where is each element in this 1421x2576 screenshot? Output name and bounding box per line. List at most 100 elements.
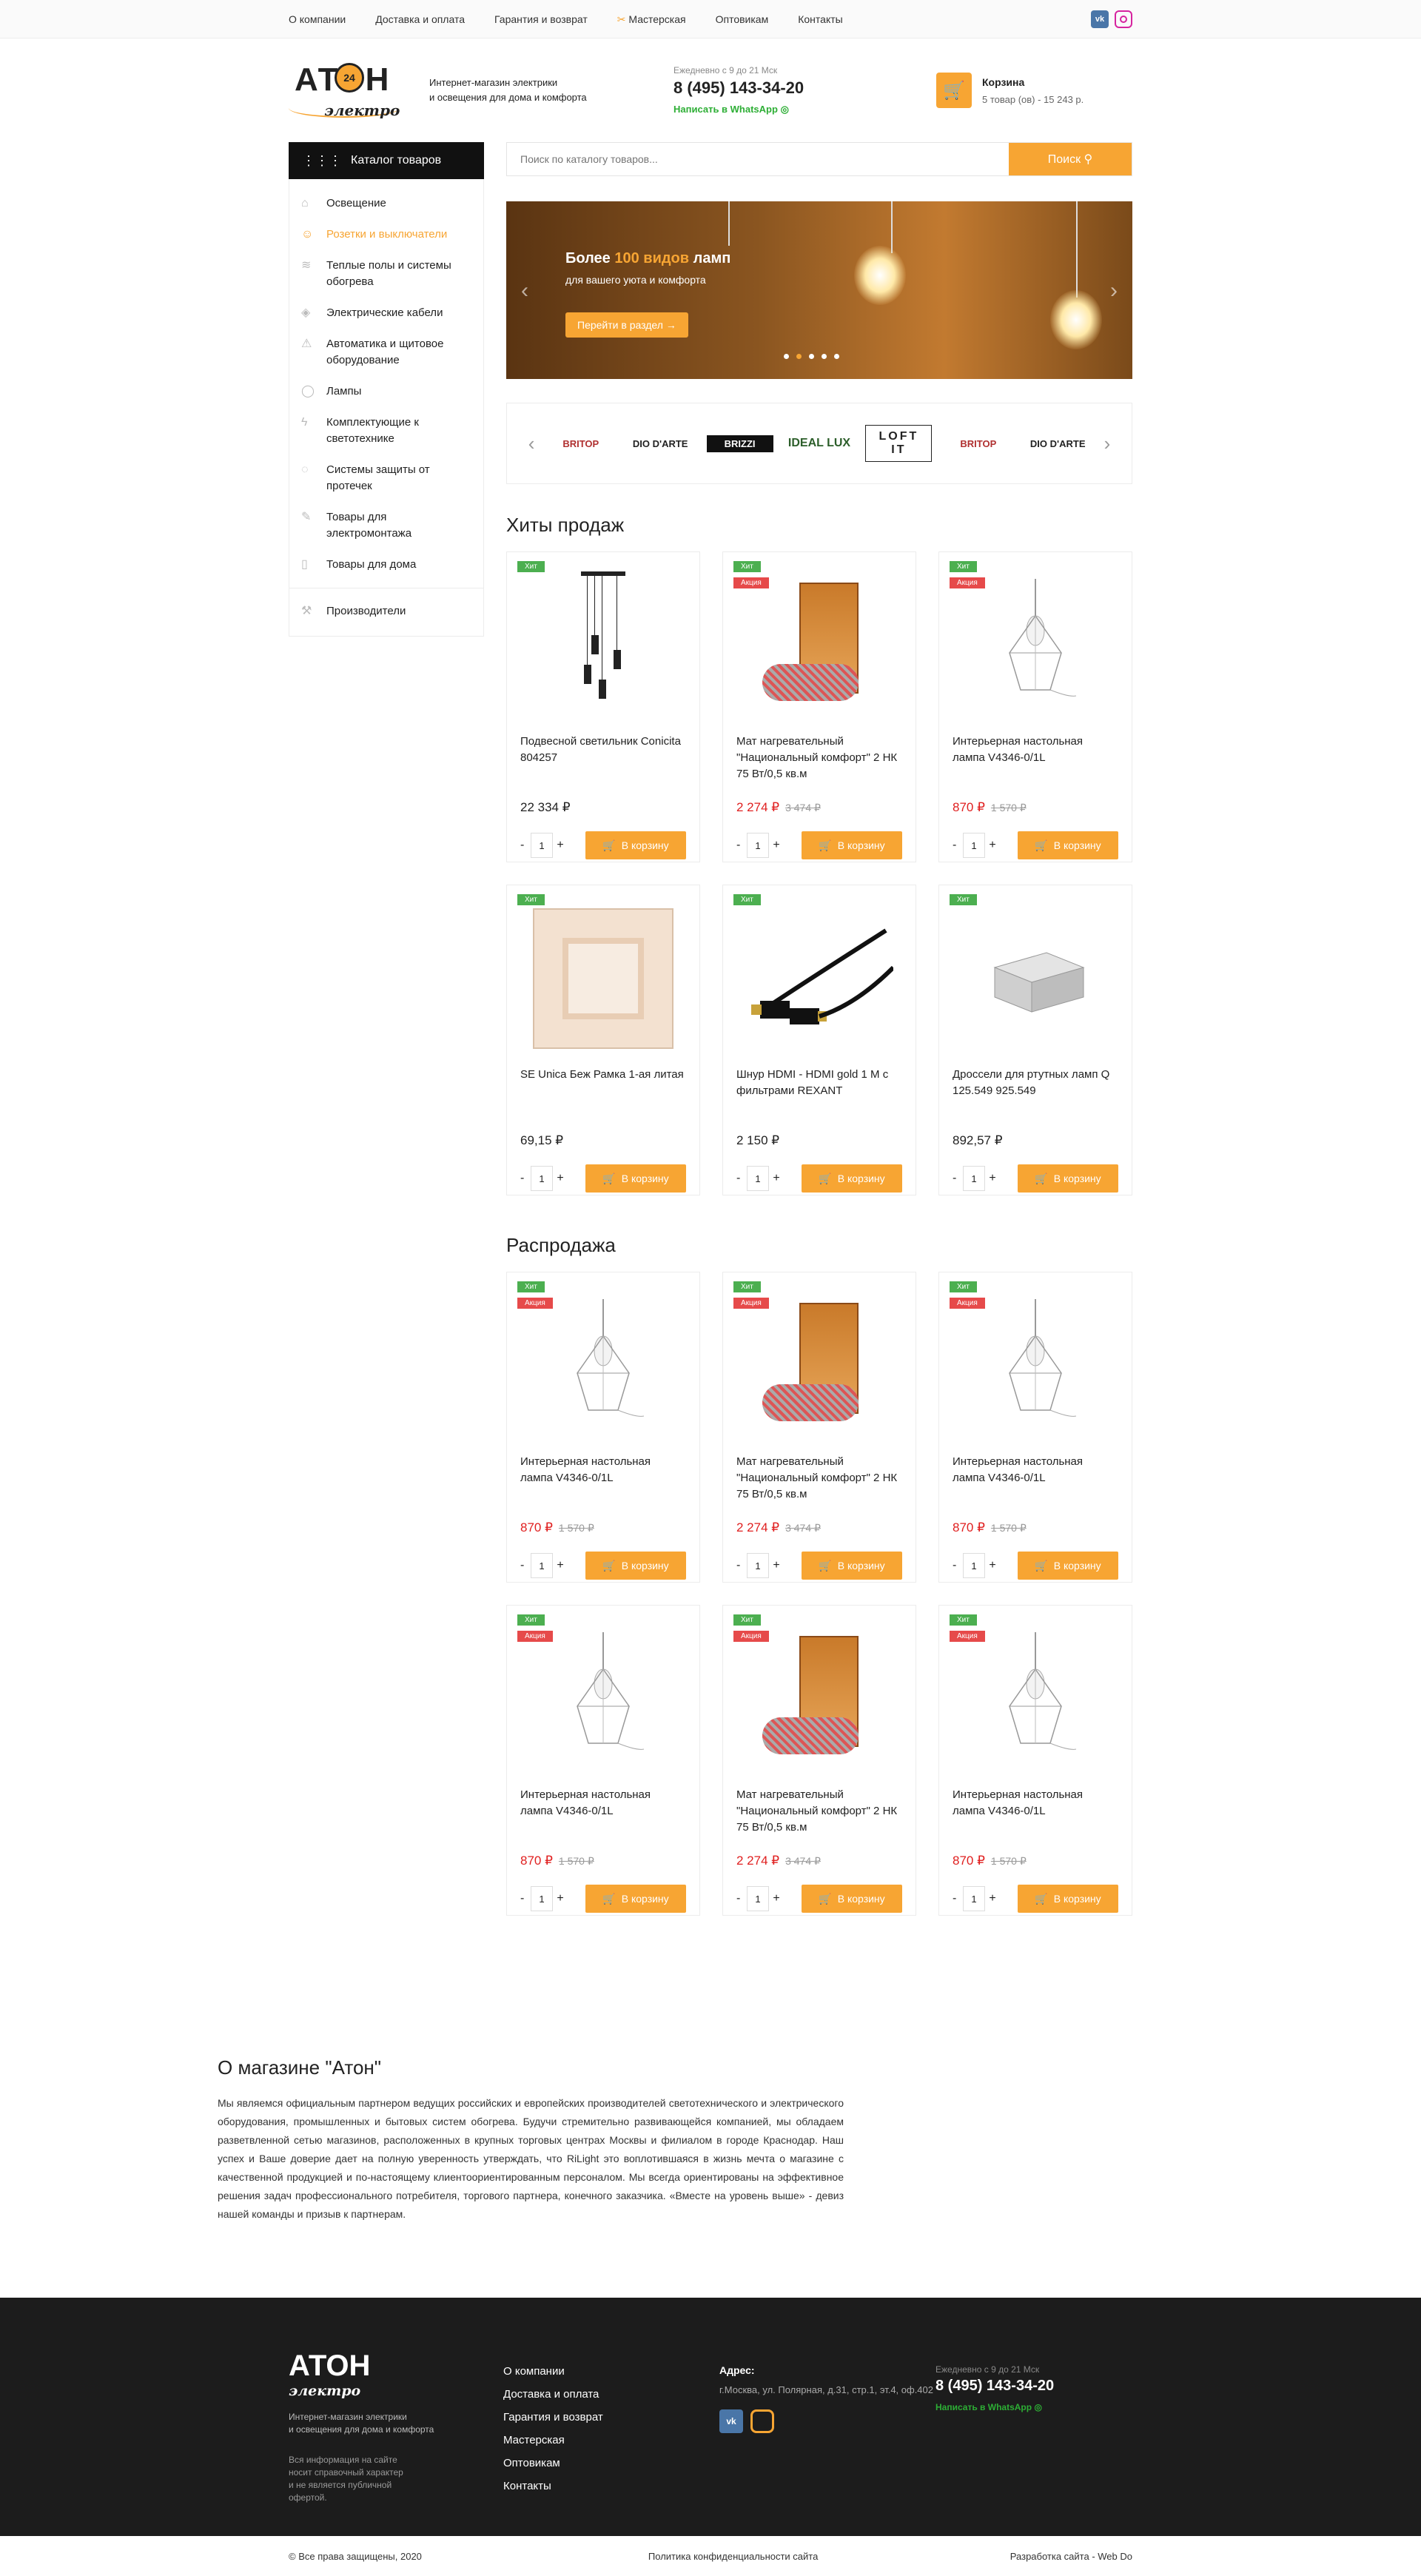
product-card[interactable]: Хит Акция Интерьерная настольная лампа V43… xyxy=(506,1605,700,1916)
product-card[interactable]: Хит Акция Интерьерная настольная лампа V43… xyxy=(506,1272,700,1583)
add-to-cart-button[interactable]: 🛒 В корзину xyxy=(1018,1885,1118,1913)
qty-input[interactable]: 1 xyxy=(531,1886,553,1911)
product-card[interactable]: Хит Акция Интерьерная настольная лампа V43… xyxy=(938,1272,1132,1583)
topnav-warranty[interactable]: Гарантия и возврат xyxy=(494,13,588,25)
privacy-link[interactable]: Политика конфиденциальности сайта xyxy=(648,2551,818,2562)
slider-dot[interactable] xyxy=(809,354,814,359)
catalog-item-sockets[interactable]: ☺ Розетки и выключатели xyxy=(289,219,483,250)
catalog-item-automation[interactable]: ⚠ Автоматика и щитовое оборудование xyxy=(289,329,483,376)
whatsapp-link[interactable]: Написать в WhatsApp ◎ xyxy=(673,104,804,115)
qty-minus-button[interactable]: - xyxy=(736,1892,747,1905)
product-name[interactable]: Дроссели для ртутных ламп Q 125.549 925.… xyxy=(953,1067,1118,1116)
product-image-wrap[interactable] xyxy=(736,1286,902,1445)
footer-link-delivery[interactable]: Доставка и оплата xyxy=(503,2383,719,2406)
footer-logo-text[interactable]: АТОН xyxy=(289,2349,503,2383)
phone-number[interactable]: 8 (495) 143-34-20 xyxy=(673,78,804,98)
product-name[interactable]: Интерьерная настольная лампа V4346-0/1L xyxy=(520,1787,686,1836)
product-image-wrap[interactable] xyxy=(736,1619,902,1778)
product-card[interactable]: Хит Дроссели для ртутных ламп Q 125.549 9… xyxy=(938,885,1132,1195)
product-image-wrap[interactable] xyxy=(953,566,1118,725)
qty-plus-button[interactable]: + xyxy=(985,1559,1000,1572)
qty-input[interactable]: 1 xyxy=(963,833,985,858)
qty-plus-button[interactable]: + xyxy=(769,1892,784,1905)
catalog-item-manufacturers[interactable]: ⚒ Производители xyxy=(289,596,483,627)
qty-input[interactable]: 1 xyxy=(747,1886,769,1911)
slider-cta-button[interactable]: Перейти в раздел → xyxy=(565,312,688,338)
footer-link-contacts[interactable]: Контакты xyxy=(503,2475,719,2498)
product-card[interactable]: Хит Шнур HDMI - HDMI gold 1 М с фильтрами… xyxy=(722,885,916,1195)
topnav-contacts[interactable]: Контакты xyxy=(798,13,842,25)
product-name[interactable]: Интерьерная настольная лампа V4346-0/1L xyxy=(520,1454,686,1503)
qty-plus-button[interactable]: + xyxy=(769,839,784,852)
qty-minus-button[interactable]: - xyxy=(953,839,963,852)
product-card[interactable]: Хит Акция Интерьерная настольная лампа V43… xyxy=(938,1605,1132,1916)
qty-minus-button[interactable]: - xyxy=(736,839,747,852)
qty-input[interactable]: 1 xyxy=(531,1553,553,1578)
search-button[interactable]: Поиск ⚲ xyxy=(1009,143,1132,175)
product-card[interactable]: Хит Акция Интерьерная настольная лампа V43… xyxy=(938,551,1132,862)
slider-prev-icon[interactable]: ‹ xyxy=(521,278,528,303)
brands-next-icon[interactable]: › xyxy=(1104,432,1111,455)
topnav-wholesale[interactable]: Оптовикам xyxy=(716,13,769,25)
qty-plus-button[interactable]: + xyxy=(553,839,568,852)
add-to-cart-button[interactable]: 🛒 В корзину xyxy=(802,1552,902,1580)
product-name[interactable]: Интерьерная настольная лампа V4346-0/1L xyxy=(953,1454,1118,1503)
add-to-cart-button[interactable]: 🛒 В корзину xyxy=(802,831,902,859)
topnav-workshop[interactable]: ✂ Мастерская xyxy=(617,13,686,26)
brand-logo[interactable]: BRITOP xyxy=(945,438,1012,449)
qty-plus-button[interactable]: + xyxy=(985,839,1000,852)
vk-icon[interactable]: vk xyxy=(1091,10,1109,28)
add-to-cart-button[interactable]: 🛒 В корзину xyxy=(585,1164,686,1193)
brand-logo[interactable]: IDEAL LUX xyxy=(786,437,853,450)
cart-widget[interactable]: 🛒 Корзина 5 товар (ов) - 15 243 р. xyxy=(936,73,1132,108)
add-to-cart-button[interactable]: 🛒 В корзину xyxy=(585,831,686,859)
product-name[interactable]: Интерьерная настольная лампа V4346-0/1L xyxy=(953,1787,1118,1836)
product-image-wrap[interactable] xyxy=(520,566,686,725)
instagram-icon[interactable] xyxy=(750,2409,774,2433)
developer-link[interactable]: Разработка сайта - Web Do xyxy=(1010,2551,1132,2562)
add-to-cart-button[interactable]: 🛒 В корзину xyxy=(1018,831,1118,859)
qty-input[interactable]: 1 xyxy=(747,833,769,858)
catalog-button[interactable]: ⋮⋮⋮ Каталог товаров xyxy=(289,142,484,179)
product-name[interactable]: Мат нагревательный "Национальный комфорт… xyxy=(736,1787,902,1836)
product-image-wrap[interactable] xyxy=(520,1619,686,1778)
qty-plus-button[interactable]: + xyxy=(553,1559,568,1572)
vk-icon[interactable]: vk xyxy=(719,2409,743,2433)
qty-plus-button[interactable]: + xyxy=(769,1559,784,1572)
footer-link-about[interactable]: О компании xyxy=(503,2360,719,2383)
qty-input[interactable]: 1 xyxy=(531,1166,553,1191)
catalog-item-heating[interactable]: ≋ Теплые полы и системы обогрева xyxy=(289,250,483,298)
logo[interactable]: АТОН 24 электро xyxy=(289,57,400,124)
qty-minus-button[interactable]: - xyxy=(520,1559,531,1572)
topnav-delivery[interactable]: Доставка и оплата xyxy=(375,13,465,25)
qty-minus-button[interactable]: - xyxy=(953,1559,963,1572)
product-name[interactable]: Мат нагревательный "Национальный комфорт… xyxy=(736,734,902,782)
product-image-wrap[interactable] xyxy=(520,899,686,1058)
slider-dot[interactable] xyxy=(784,354,789,359)
add-to-cart-button[interactable]: 🛒 В корзину xyxy=(585,1885,686,1913)
footer-link-warranty[interactable]: Гарантия и возврат xyxy=(503,2406,719,2429)
catalog-item-components[interactable]: ϟ Комплектующие к светотехнике xyxy=(289,407,483,455)
footer-phone[interactable]: 8 (495) 143-34-20 xyxy=(935,2378,1054,2395)
add-to-cart-button[interactable]: 🛒 В корзину xyxy=(802,1885,902,1913)
product-name[interactable]: Шнур HDMI - HDMI gold 1 М с фильтрами RE… xyxy=(736,1067,902,1116)
brands-prev-icon[interactable]: ‹ xyxy=(528,432,535,455)
slider-next-icon[interactable]: › xyxy=(1110,278,1118,303)
qty-plus-button[interactable]: + xyxy=(769,1172,784,1185)
search-input[interactable] xyxy=(507,143,1009,175)
slider-dot[interactable] xyxy=(834,354,839,359)
catalog-item-installation[interactable]: ✎ Товары для электромонтажа xyxy=(289,502,483,549)
product-image-wrap[interactable] xyxy=(953,1619,1118,1778)
qty-plus-button[interactable]: + xyxy=(553,1172,568,1185)
qty-input[interactable]: 1 xyxy=(747,1166,769,1191)
catalog-item-lamps[interactable]: ◯ Лампы xyxy=(289,376,483,407)
slider-dot[interactable] xyxy=(796,354,802,359)
add-to-cart-button[interactable]: 🛒 В корзину xyxy=(1018,1552,1118,1580)
qty-minus-button[interactable]: - xyxy=(736,1559,747,1572)
brand-logo[interactable]: DIO D'ARTE xyxy=(627,438,693,449)
product-card[interactable]: Хит Акция Мат нагревательный "Национальный… xyxy=(722,1605,916,1916)
footer-link-wholesale[interactable]: Оптовикам xyxy=(503,2452,719,2475)
catalog-item-home[interactable]: ▯ Товары для дома xyxy=(289,549,483,580)
product-name[interactable]: Подвесной светильник Conicita 804257 xyxy=(520,734,686,782)
catalog-item-cables[interactable]: ◈ Электрические кабели xyxy=(289,298,483,329)
